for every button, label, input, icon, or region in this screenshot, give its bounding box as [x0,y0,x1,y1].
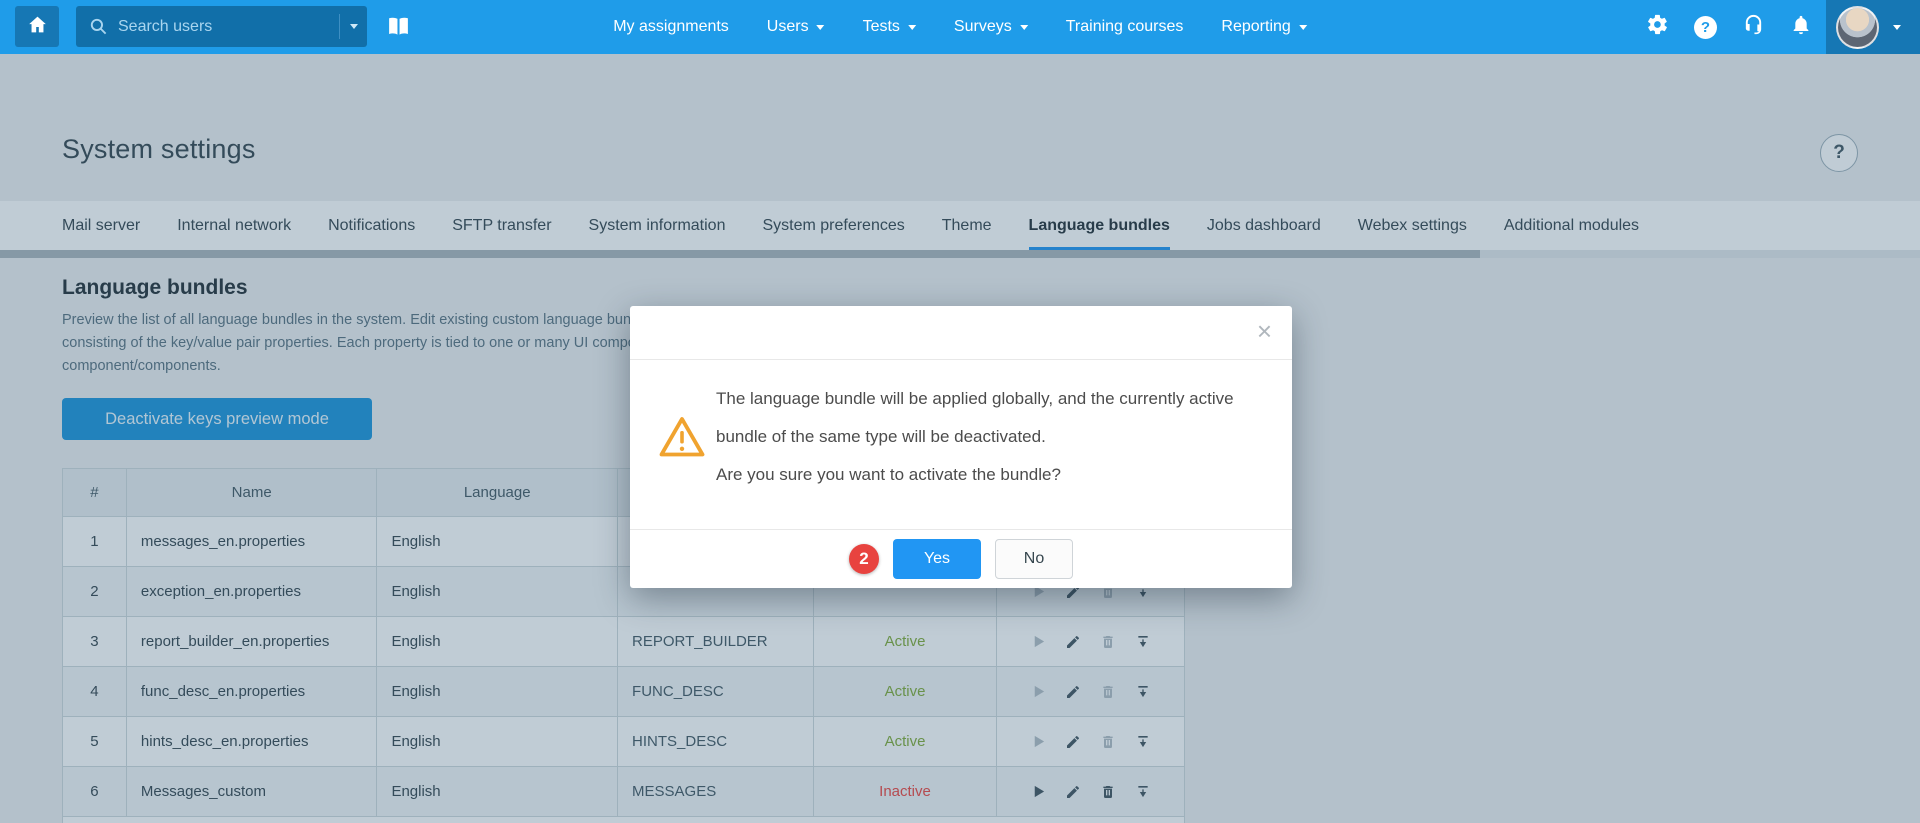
warning-icon [658,380,706,529]
help-button[interactable]: ? [1694,15,1717,39]
top-navigation-bar: My assignments Users Tests Surveys Train… [0,0,1920,54]
dialog-body: The language bundle will be applied glob… [630,360,1292,529]
dialog-message-line2: Are you sure you want to activate the bu… [716,465,1061,484]
chevron-down-icon [907,24,916,30]
nav-training-courses[interactable]: Training courses [1066,18,1184,36]
search-icon [89,17,108,36]
bell-icon [1790,14,1812,41]
close-icon[interactable]: × [1257,318,1272,344]
yes-button[interactable]: Yes [893,539,981,579]
gear-icon [1646,13,1669,41]
dialog-header: × [630,306,1292,360]
app-screen: My assignments Users Tests Surveys Train… [0,0,1920,823]
dialog-message-line1: The language bundle will be applied glob… [716,389,1234,446]
chevron-down-icon [1298,24,1307,30]
nav-label: Training courses [1065,18,1184,35]
nav-label: Users [766,18,809,35]
nav-reporting[interactable]: Reporting [1221,18,1307,36]
home-icon [27,14,48,40]
headset-icon [1742,13,1765,41]
activate-bundle-dialog: × The language bundle will be applied gl… [630,306,1292,588]
dialog-message: The language bundle will be applied glob… [716,380,1262,529]
chevron-down-icon [816,24,825,30]
dialog-footer: 2 Yes No [630,529,1292,588]
no-button[interactable]: No [995,539,1073,579]
nav-label: Reporting [1221,18,1291,35]
chevron-down-icon [349,24,358,29]
nav-surveys[interactable]: Surveys [954,18,1028,36]
nav-label: Surveys [953,18,1012,35]
search-scope-dropdown[interactable] [340,6,367,47]
annotation-badge: 2 [849,544,879,574]
topbar-utility-icons: ? [1646,0,1812,54]
nav-label: My assignments [613,18,729,35]
chevron-down-icon [1019,24,1028,30]
nav-users[interactable]: Users [767,18,825,36]
knowledge-base-button[interactable] [386,14,411,44]
settings-button[interactable] [1646,13,1669,41]
question-icon: ? [1700,18,1711,36]
user-menu[interactable] [1826,0,1920,54]
book-icon [386,14,411,44]
search-users-box[interactable] [76,6,367,47]
main-nav: My assignments Users Tests Surveys Train… [613,0,1307,54]
nav-label: Tests [862,18,900,35]
nav-tests[interactable]: Tests [863,18,916,36]
support-button[interactable] [1742,13,1765,41]
nav-my-assignments[interactable]: My assignments [613,18,729,36]
avatar [1836,5,1879,49]
chevron-down-icon [1893,24,1901,30]
home-button[interactable] [15,6,59,47]
notifications-button[interactable] [1790,14,1812,41]
search-input[interactable] [118,17,339,36]
